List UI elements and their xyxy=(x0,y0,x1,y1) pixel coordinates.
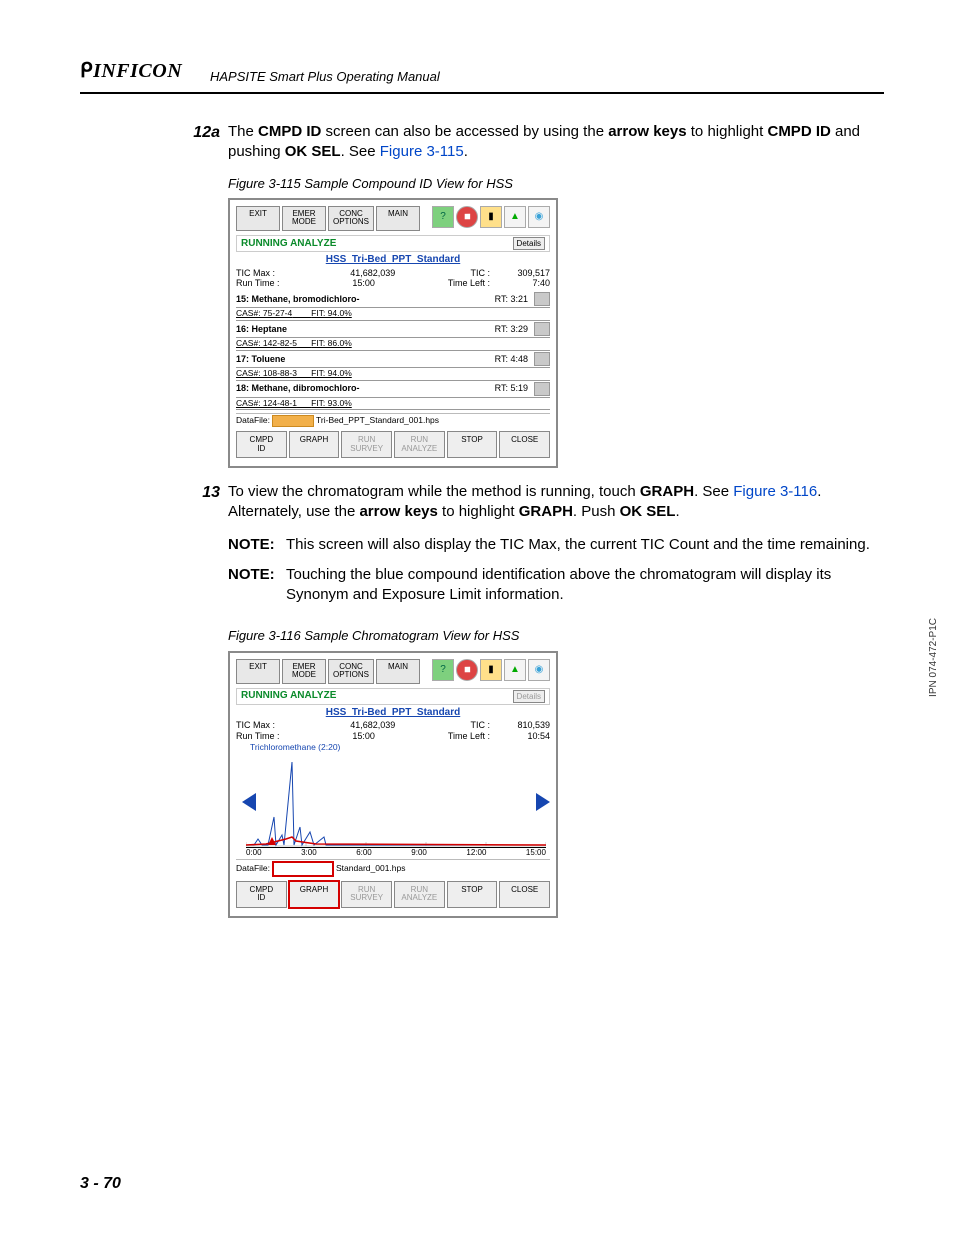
status-icon: ◉ xyxy=(528,659,550,681)
datafile-row: DataFile: Tri-Bed_PPT_Standard_001.hps xyxy=(236,413,550,427)
ss-toolbar: EXIT EMER MODE CONC OPTIONS MAIN ? ◆ ▮ ▲… xyxy=(236,659,550,684)
run-analyze-button: RUN ANALYZE xyxy=(394,431,445,458)
cmpd-id-button[interactable]: CMPD ID xyxy=(236,881,287,908)
run-survey-button: RUN SURVEY xyxy=(341,431,392,458)
step-13: 13 To view the chromatogram while the me… xyxy=(175,482,874,615)
signal-icon: ▲ xyxy=(504,206,526,228)
compound-row[interactable]: 16: Heptane RT: 3:29 xyxy=(236,321,550,338)
signal-icon: ▲ xyxy=(504,659,526,681)
step-text: The CMPD ID screen can also be accessed … xyxy=(228,122,874,163)
status-icon: ◉ xyxy=(528,206,550,228)
battery-icon: ▮ xyxy=(480,206,502,228)
compound-annotation[interactable]: Trichloromethane (2:20) xyxy=(250,743,550,753)
tic-max-row: TIC Max : 41,682,039 TIC : 810,539 xyxy=(236,720,550,730)
compound-row[interactable]: 18: Methane, dibromochloro- RT: 5:19 xyxy=(236,381,550,398)
details-button: Details xyxy=(513,690,545,703)
chromatogram-xaxis: 0:00 3:00 6:00 9:00 12:00 15:00 xyxy=(246,848,546,857)
method-name[interactable]: HSS_Tri-Bed_PPT_Standard xyxy=(236,254,550,266)
help-icon[interactable]: ? xyxy=(432,206,454,228)
figure-link[interactable]: Figure 3-115 xyxy=(380,143,464,160)
figure-115-screenshot: EXIT EMER MODE CONC OPTIONS MAIN ? ◆ ▮ ▲… xyxy=(228,198,558,468)
datafile-highlight xyxy=(272,861,334,877)
step-text: To view the chromatogram while the metho… xyxy=(228,482,874,615)
run-survey-button: RUN SURVEY xyxy=(341,881,392,908)
ss-toolbar: EXIT EMER MODE CONC OPTIONS MAIN ? ◆ ▮ ▲… xyxy=(236,206,550,231)
page-header: ᑭINFICON HAPSITE Smart Plus Operating Ma… xyxy=(80,52,884,94)
bottom-button-bar: CMPD ID GRAPH RUN SURVEY RUN ANALYZE STO… xyxy=(236,881,550,908)
main-button[interactable]: MAIN xyxy=(376,659,420,684)
details-button[interactable]: Details xyxy=(513,237,545,250)
figure-116-caption: Figure 3-116 Sample Chromatogram View fo… xyxy=(228,627,874,645)
close-button[interactable]: CLOSE xyxy=(499,431,550,458)
emer-mode-button[interactable]: EMER MODE xyxy=(282,206,326,231)
figure-116-screenshot: EXIT EMER MODE CONC OPTIONS MAIN ? ◆ ▮ ▲… xyxy=(228,651,558,918)
note-2: NOTE: Touching the blue compound identif… xyxy=(228,565,874,606)
datafile-highlight xyxy=(272,415,314,427)
help-icon[interactable]: ? xyxy=(432,659,454,681)
compound-list: 15: Methane, bromodichloro- RT: 3:21 CAS… xyxy=(236,291,550,410)
stop-button[interactable]: STOP xyxy=(447,881,498,908)
conc-options-button[interactable]: CONC OPTIONS xyxy=(328,206,374,231)
manual-title: HAPSITE Smart Plus Operating Manual xyxy=(210,68,440,86)
status-text: RUNNING ANALYZE xyxy=(241,238,336,250)
emer-mode-button[interactable]: EMER MODE xyxy=(282,659,326,684)
figure-link[interactable]: Figure 3-116 xyxy=(733,483,817,500)
conc-options-button[interactable]: CONC OPTIONS xyxy=(328,659,374,684)
battery-icon: ▮ xyxy=(480,659,502,681)
bottom-button-bar: CMPD ID GRAPH RUN SURVEY RUN ANALYZE STO… xyxy=(236,431,550,458)
tic-max-row: TIC Max : 41,682,039 TIC : 309,517 xyxy=(236,268,550,278)
graph-button[interactable]: GRAPH xyxy=(289,881,340,908)
cmpd-id-button[interactable]: CMPD ID xyxy=(236,431,287,458)
scroll-icon[interactable] xyxy=(534,352,550,366)
scroll-icon[interactable] xyxy=(534,322,550,336)
page-number: 3 - 70 xyxy=(80,1173,121,1195)
datafile-row: DataFile: Standard_001.hps xyxy=(236,859,550,877)
exit-button[interactable]: EXIT xyxy=(236,659,280,684)
compound-row[interactable]: 15: Methane, bromodichloro- RT: 3:21 xyxy=(236,291,550,308)
scroll-icon[interactable] xyxy=(534,292,550,306)
stop-button[interactable]: STOP xyxy=(447,431,498,458)
close-button[interactable]: CLOSE xyxy=(499,881,550,908)
step-12a: 12a The CMPD ID screen can also be acces… xyxy=(175,122,874,163)
run-time-row: Run Time : 15:00 Time Left : 7:40 xyxy=(236,278,550,288)
run-analyze-button: RUN ANALYZE xyxy=(394,881,445,908)
graph-button[interactable]: GRAPH xyxy=(289,431,340,458)
document-code: IPN 074-472-P1C xyxy=(927,618,941,697)
step-number: 13 xyxy=(175,482,228,615)
method-name[interactable]: HSS_Tri-Bed_PPT_Standard xyxy=(236,707,550,719)
exit-button[interactable]: EXIT xyxy=(236,206,280,231)
info-icon[interactable]: ◆ xyxy=(451,654,482,685)
logo-icon: ᑭ xyxy=(80,60,93,82)
compound-row[interactable]: 17: Toluene RT: 4:48 xyxy=(236,351,550,368)
info-icon[interactable]: ◆ xyxy=(451,201,482,232)
note-1: NOTE: This screen will also display the … xyxy=(228,535,874,555)
step-number: 12a xyxy=(175,122,228,163)
scroll-icon[interactable] xyxy=(534,382,550,396)
chromatogram-plot[interactable] xyxy=(246,757,546,848)
figure-115-caption: Figure 3-115 Sample Compound ID View for… xyxy=(228,175,874,193)
run-time-row: Run Time : 15:00 Time Left : 10:54 xyxy=(236,731,550,741)
brand-logo: ᑭINFICON xyxy=(80,58,182,85)
status-text: RUNNING ANALYZE xyxy=(241,690,336,702)
main-button[interactable]: MAIN xyxy=(376,206,420,231)
